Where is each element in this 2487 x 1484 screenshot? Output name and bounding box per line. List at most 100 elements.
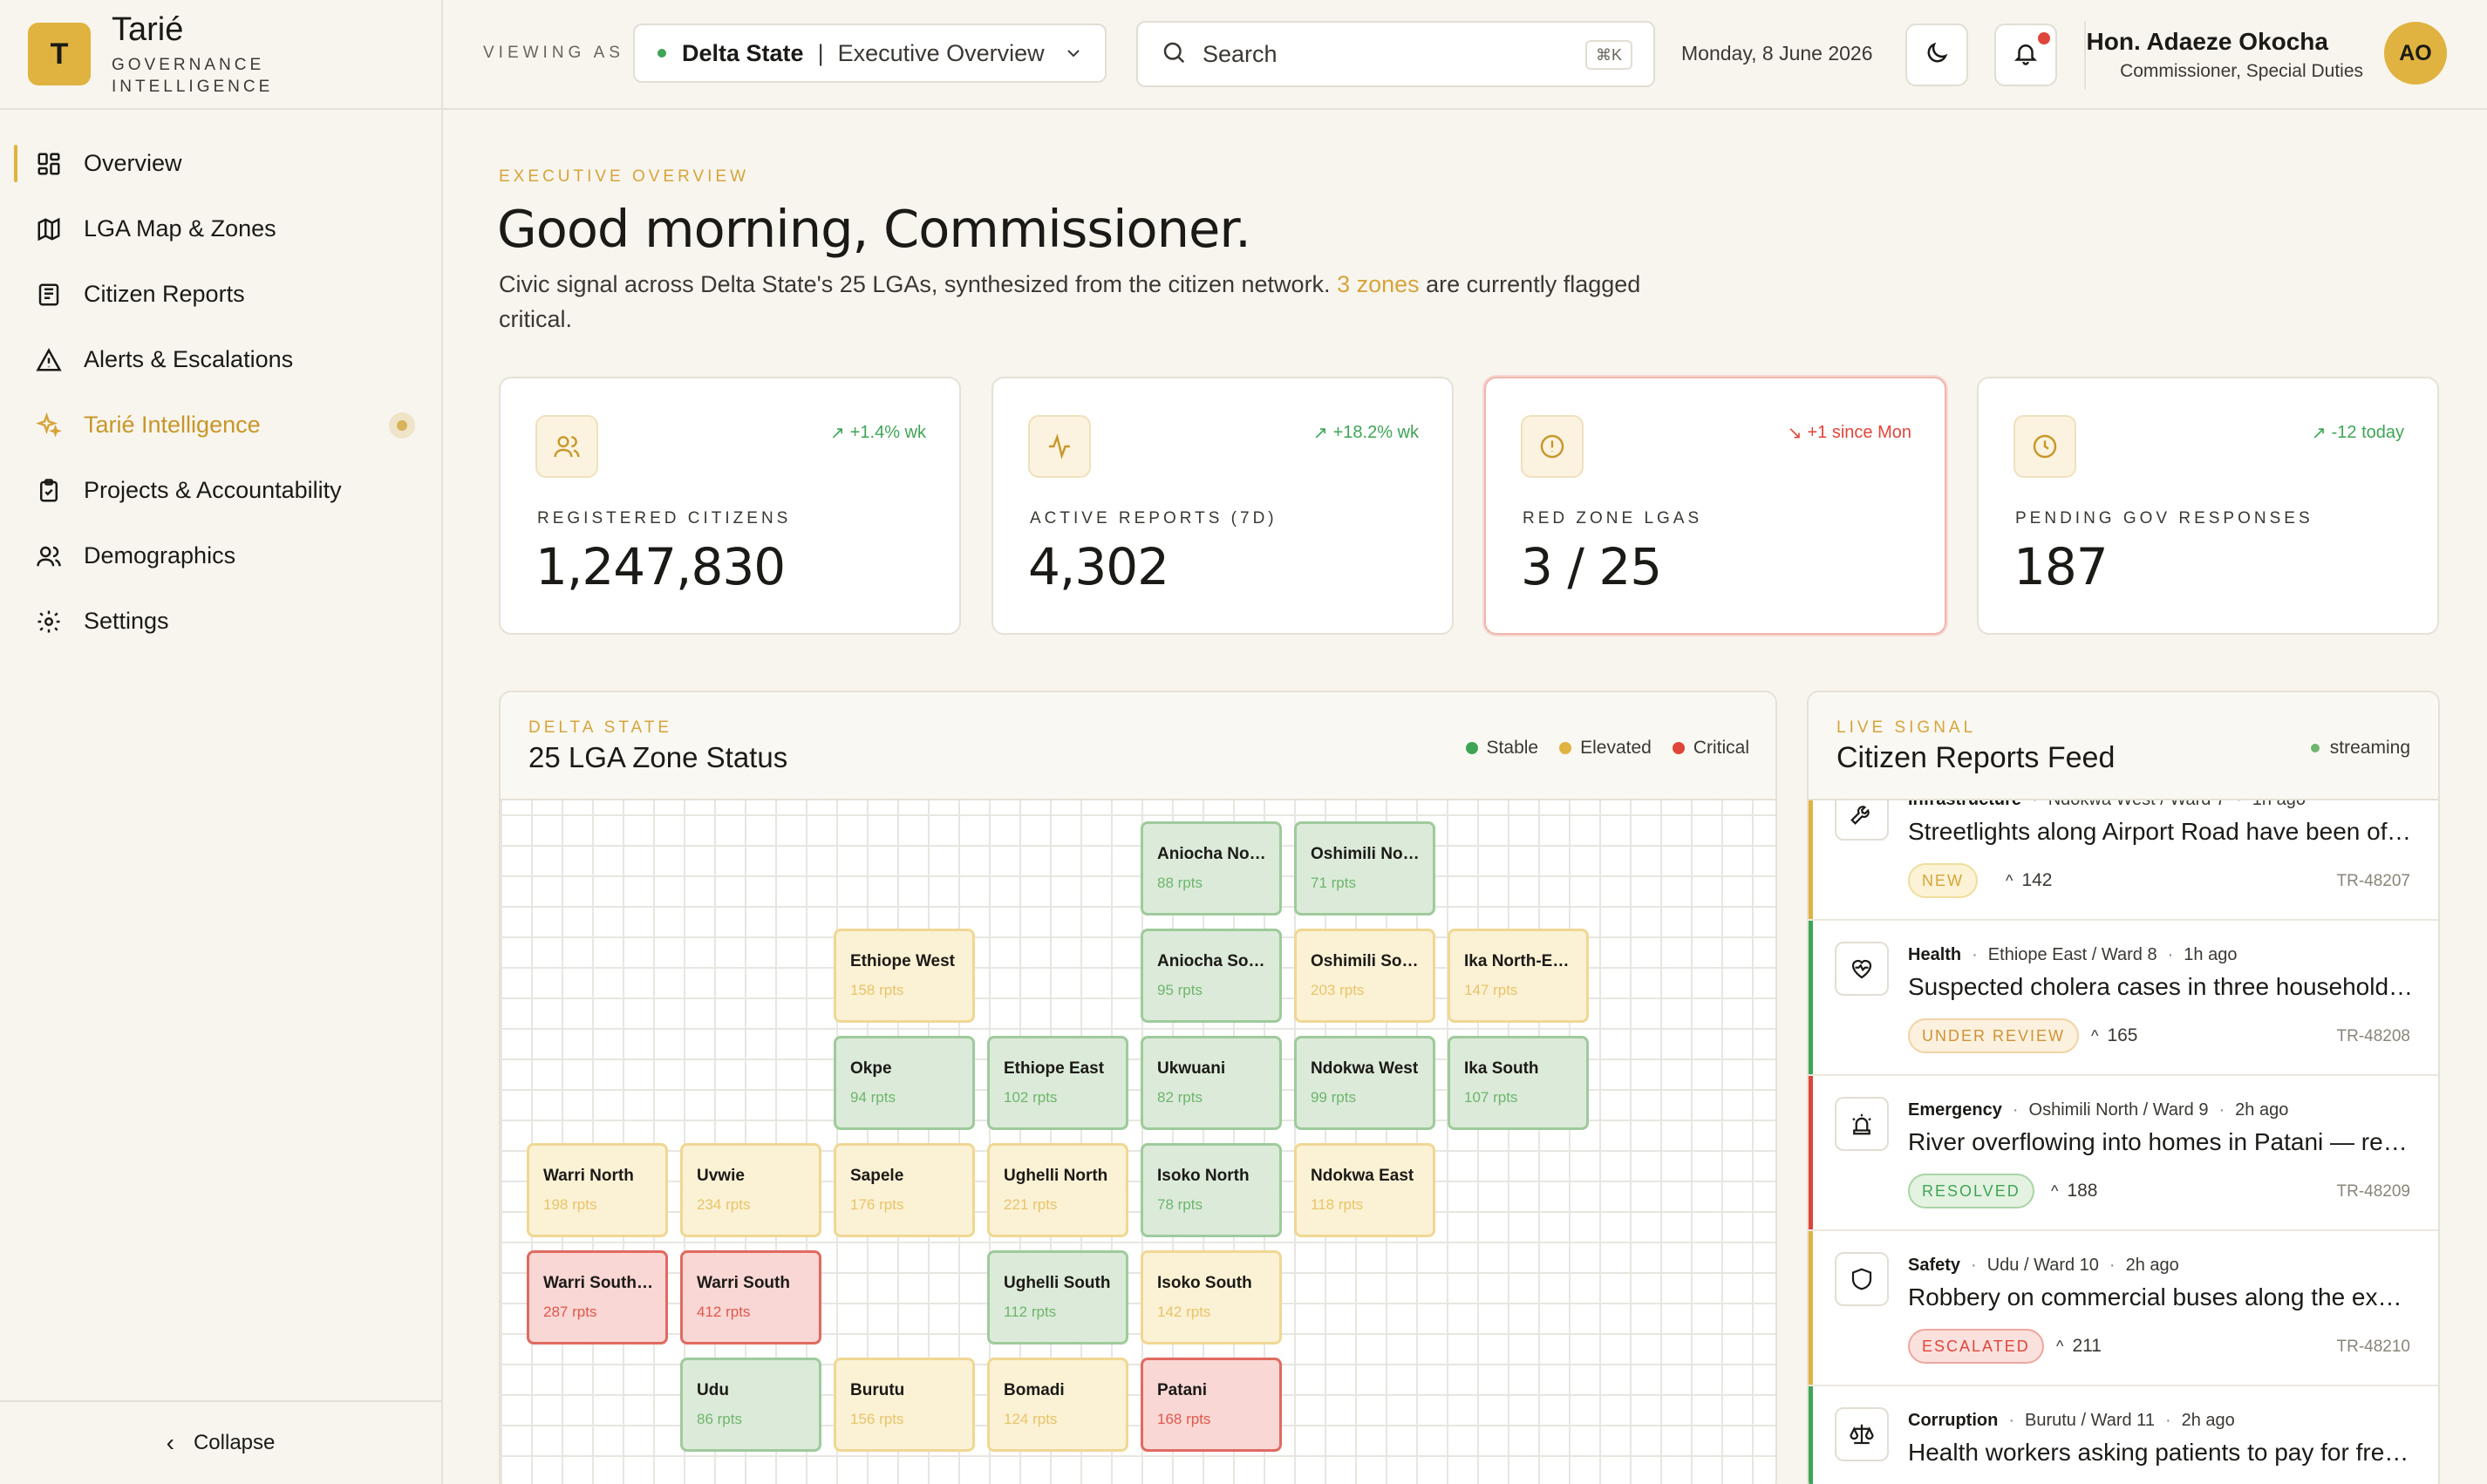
clock-icon	[2013, 415, 2076, 478]
vote-count: 142	[2021, 870, 2053, 890]
kpi-card-active-reports[interactable]: ↗ +18.2% wk ACTIVE REPORTS (7D) 4,302	[991, 377, 1454, 635]
kpi-card-registered-citizens[interactable]: ↗ +1.4% wk REGISTERED CITIZENS 1,247,830	[499, 377, 961, 635]
chevron-left-icon: ‹	[166, 1429, 174, 1456]
zone-tile[interactable]: Patani 168 rpts	[1141, 1358, 1282, 1452]
zone-tile[interactable]: Ika South 107 rpts	[1448, 1036, 1589, 1130]
brand-logo[interactable]: T	[28, 23, 91, 85]
zone-name: Ughelli North	[1004, 1167, 1108, 1185]
zone-tile[interactable]: Ethiope West 158 rpts	[834, 929, 975, 1023]
sidebar-item-citizen-reports[interactable]: Citizen Reports	[0, 262, 441, 327]
feed-panel-header: LIVE SIGNAL Citizen Reports Feed streami…	[1809, 692, 2438, 800]
trend-up-icon: ↗	[1312, 424, 1328, 443]
kpi-row: ↗ +1.4% wk REGISTERED CITIZENS 1,247,830 …	[499, 377, 2440, 635]
feed-time: 1h ago	[2252, 800, 2306, 809]
status-badge: UNDER REVIEW	[1908, 1018, 2080, 1053]
sidebar-item-label: Projects & Accountability	[84, 477, 342, 503]
feed-item[interactable]: Safety · Udu / Ward 10 · 2h ago Robbery on c…	[1809, 1231, 2438, 1386]
vote-count: 165	[2107, 1025, 2138, 1045]
zone-panel-header: DELTA STATE 25 LGA Zone Status Stable El…	[501, 692, 1775, 800]
zone-tile[interactable]: Ndokwa East 118 rpts	[1294, 1143, 1435, 1237]
zone-tile[interactable]: Burutu 156 rpts	[834, 1358, 975, 1452]
zone-tile[interactable]: Isoko South 142 rpts	[1141, 1250, 1282, 1344]
zone-name: Ika South	[1464, 1059, 1539, 1078]
feed-meta: Infrastructure · Ndokwa West / Ward 7 · 1h a…	[1908, 800, 2306, 810]
zone-tile[interactable]: Oshimili South 203 rpts	[1294, 929, 1435, 1023]
zone-tile[interactable]: Oshimili North 71 rpts	[1294, 821, 1435, 916]
zone-tile[interactable]: Warri South-West 287 rpts	[527, 1250, 668, 1344]
feed-meta: Safety · Udu / Ward 10 · 2h ago	[1908, 1256, 2179, 1276]
zone-tile[interactable]: Aniocha North 88 rpts	[1141, 821, 1282, 916]
critical-zones-link[interactable]: 3 zones	[1337, 271, 1420, 297]
zone-tile[interactable]: Ukwuani 82 rpts	[1141, 1036, 1282, 1130]
zone-tile[interactable]: Isoko North 78 rpts	[1141, 1143, 1282, 1237]
avatar[interactable]: AO	[2384, 22, 2447, 85]
zone-tile[interactable]: Ughelli North 221 rpts	[987, 1143, 1128, 1237]
zone-tile[interactable]: Sapele 176 rpts	[834, 1143, 975, 1237]
zone-name: Bomadi	[1004, 1381, 1065, 1399]
sidebar-item-projects[interactable]: Projects & Accountability	[0, 458, 441, 523]
zone-tile[interactable]: Ethiope East 102 rpts	[987, 1036, 1128, 1130]
theme-toggle-button[interactable]	[1905, 24, 1968, 86]
wrench-icon	[1835, 800, 1889, 841]
feed-item[interactable]: Infrastructure · Ndokwa West / Ward 7 · 1h a…	[1809, 800, 2438, 921]
kpi-card-pending-responses[interactable]: ↗ -12 today PENDING GOV RESPONSES 187	[1977, 377, 2439, 635]
context-selector[interactable]: Delta State | Executive Overview	[633, 24, 1107, 83]
sidebar-item-demographics[interactable]: Demographics	[0, 523, 441, 589]
kpi-trend: ↗ -12 today	[2312, 422, 2404, 444]
search-input[interactable]: Search ⌘K	[1136, 21, 1655, 87]
zone-tile[interactable]: Okpe 94 rpts	[834, 1036, 975, 1130]
subtitle-text: Civic signal across Delta State's 25 LGA…	[499, 271, 1338, 297]
users-icon	[35, 542, 63, 570]
collapse-button[interactable]: ‹ Collapse	[0, 1400, 441, 1484]
zone-tile[interactable]: Aniocha South 95 rpts	[1141, 929, 1282, 1023]
trend-up-icon: ↗	[2311, 424, 2327, 443]
zone-tile[interactable]: Bomadi 124 rpts	[987, 1358, 1128, 1452]
zone-tile[interactable]: Udu 86 rpts	[680, 1358, 821, 1452]
sidebar-item-settings[interactable]: Settings	[0, 589, 441, 654]
feed-title: Streetlights along Airport Road have bee…	[1908, 818, 2414, 845]
heart-pulse-icon	[1835, 942, 1889, 996]
page-subtitle: Civic signal across Delta State's 25 LGA…	[499, 267, 1667, 337]
zone-tile[interactable]: Uvwie 234 rpts	[680, 1143, 821, 1237]
streaming-indicator: streaming	[2310, 738, 2410, 759]
zone-name: Warri South	[697, 1274, 790, 1292]
sidebar-item-alerts[interactable]: Alerts & Escalations	[0, 327, 441, 392]
feed-title: Robbery on commercial buses along the ex…	[1908, 1283, 2414, 1310]
kpi-trend-value: +1 since Mon	[1807, 423, 1911, 442]
upvote-button[interactable]: ^ 211	[2056, 1336, 2102, 1357]
zone-tile[interactable]: Warri North 198 rpts	[527, 1143, 668, 1237]
feed-title: Citizen Reports Feed	[1836, 741, 2116, 774]
page-eyebrow: EXECUTIVE OVERVIEW	[499, 167, 750, 186]
sidebar-item-lga-map[interactable]: LGA Map & Zones	[0, 196, 441, 262]
zone-tile[interactable]: Ika North-East 147 rpts	[1448, 929, 1589, 1023]
alert-circle-icon	[1521, 415, 1584, 478]
user-name: Hon. Adaeze Okocha	[2086, 28, 2328, 55]
notification-dot	[2038, 32, 2050, 44]
search-shortcut: ⌘K	[1584, 40, 1632, 70]
feed-item[interactable]: Emergency · Oshimili North / Ward 9 · 2h ago…	[1809, 1076, 2438, 1231]
dot-separator: ·	[2236, 800, 2242, 809]
kpi-trend: ↗ +18.2% wk	[1313, 422, 1419, 444]
zone-name: Ethiope East	[1004, 1059, 1105, 1078]
upvote-button[interactable]: ^ 165	[2091, 1025, 2138, 1046]
feed-item[interactable]: Health · Ethiope East / Ward 8 · 1h ago Susp…	[1809, 921, 2438, 1076]
sidebar-item-overview[interactable]: Overview	[0, 131, 441, 196]
legend-item-stable: Stable	[1465, 738, 1538, 759]
current-date: Monday, 8 June 2026	[1681, 42, 1873, 65]
kpi-card-red-zone-lgas[interactable]: ↘ +1 since Mon RED ZONE LGAS 3 / 25	[1484, 377, 1946, 635]
clipboard-check-icon	[35, 477, 63, 505]
sidebar-item-tarie-intelligence[interactable]: Tarié Intelligence	[0, 392, 441, 458]
zone-tile[interactable]: Ughelli South 112 rpts	[987, 1250, 1128, 1344]
zone-name: Warri North	[543, 1167, 634, 1185]
zone-tile[interactable]: Warri South 412 rpts	[680, 1250, 821, 1344]
moon-icon	[1924, 40, 1950, 71]
kpi-label: ACTIVE REPORTS (7D)	[1030, 509, 1278, 528]
legend-label: Elevated	[1580, 738, 1652, 758]
feed-item[interactable]: Corruption · Burutu / Ward 11 · 2h ago Healt…	[1809, 1386, 2438, 1484]
zone-report-count: 147 rpts	[1464, 982, 1518, 998]
upvote-button[interactable]: ^ 142	[2006, 870, 2053, 891]
zone-tile[interactable]: Ndokwa West 99 rpts	[1294, 1036, 1435, 1130]
upvote-button[interactable]: ^ 188	[2051, 1181, 2098, 1201]
zone-report-count: 124 rpts	[1004, 1411, 1058, 1427]
zone-name: Oshimili South	[1311, 952, 1421, 970]
